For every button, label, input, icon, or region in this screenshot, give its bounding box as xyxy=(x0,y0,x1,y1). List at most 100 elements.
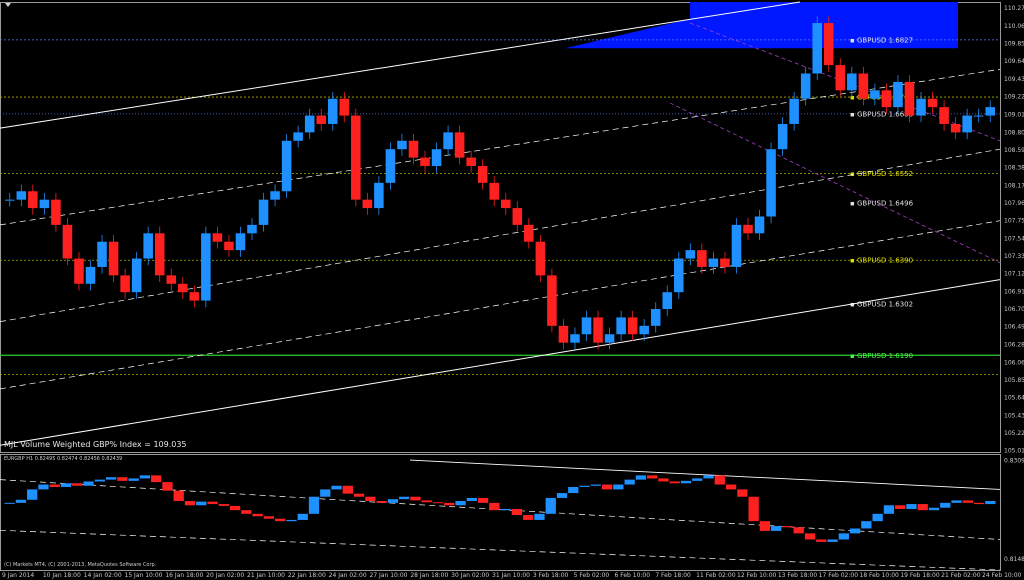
candle-body xyxy=(973,115,984,117)
candle-body xyxy=(581,317,592,335)
sub-candle-body xyxy=(703,475,714,479)
sub-candle-body xyxy=(601,484,613,490)
sub-candle-body xyxy=(477,497,489,503)
x-axis-label: 31 Jan 10:00 xyxy=(492,572,530,579)
sub-candle-body xyxy=(545,497,556,514)
sub-candle-body xyxy=(263,516,275,519)
candle-body xyxy=(950,123,961,133)
sub-y-axis-tick: 0.83094 xyxy=(1004,457,1024,464)
sub-candle-body xyxy=(489,502,500,511)
candle-body xyxy=(339,98,350,116)
sub-candle-body xyxy=(714,475,725,485)
sub-candle-body xyxy=(353,493,365,497)
sub-candle-body xyxy=(297,513,308,520)
y-axis-tick: 106.281 xyxy=(1004,341,1024,348)
sub-candle-body xyxy=(308,496,320,514)
subpanel-title: EURGBP H1 0.82495 0.82474 0.82456 0.8243… xyxy=(4,456,122,462)
sub-candle-body xyxy=(511,508,523,516)
sub-candle-body xyxy=(387,499,399,503)
y-axis-tick: 106.066 xyxy=(1004,359,1024,366)
y-axis-tick: 106.701 xyxy=(1004,306,1024,313)
candle-body xyxy=(28,191,38,209)
candle-body xyxy=(547,275,557,326)
candle-body xyxy=(870,90,880,99)
sub-candle-body xyxy=(342,485,353,494)
sub-candle-body xyxy=(568,486,579,494)
x-axis-label: 27 Jan 10:00 xyxy=(370,572,408,579)
candle-body xyxy=(720,258,730,267)
x-axis-label: 16 Jan 18:00 xyxy=(165,572,203,579)
sub-candle-body xyxy=(229,505,241,511)
candle-body xyxy=(962,115,972,133)
sub-candle-body xyxy=(748,496,759,522)
level-label: ▪ GBPUSD 1.6302 xyxy=(850,300,913,308)
y-axis-tick: 107.541 xyxy=(1004,235,1024,242)
candle-body xyxy=(685,250,696,259)
sub-candle-body xyxy=(973,502,985,505)
y-axis-tick: 106.911 xyxy=(1004,288,1024,295)
y-axis-tick: 105.436 xyxy=(1004,412,1024,419)
candle-body xyxy=(293,132,303,141)
candle-body xyxy=(201,233,211,301)
candle-body xyxy=(754,216,765,234)
candle-body xyxy=(189,292,200,301)
sub-candle-body xyxy=(151,475,162,483)
candle-body xyxy=(616,317,626,335)
candle-body xyxy=(131,258,142,293)
sub-candle-body xyxy=(4,502,15,504)
candle-body xyxy=(51,199,61,225)
candle-body xyxy=(662,292,673,310)
candle-body xyxy=(120,275,130,293)
candle-body xyxy=(397,140,407,150)
x-axis-label: 20 Jan 02:00 xyxy=(206,572,244,579)
sub-candle-body xyxy=(49,484,60,487)
candle-body xyxy=(143,233,153,259)
candle-body xyxy=(351,115,361,200)
sub-candle-body xyxy=(883,505,895,514)
y-axis-tick: 105.856 xyxy=(1004,377,1024,384)
candle-body xyxy=(178,283,188,293)
candle-body xyxy=(697,250,707,267)
level-label: ▪ GBPUSD 1.6827 xyxy=(850,36,913,44)
candle-body xyxy=(304,115,315,133)
candle-body xyxy=(847,73,857,91)
y-axis-tick: 109.011 xyxy=(1004,112,1024,119)
copyright-text: (C) Markets MT4, (C) 2001-2013, MetaQuot… xyxy=(4,562,157,568)
y-axis-tick: 107.331 xyxy=(1004,253,1024,260)
x-axis-label: 30 Jan 02:00 xyxy=(451,572,489,579)
trading-chart: ▪ GBPUSD 1.6827▪ GBPUSD 1.6705▪ GBPUSD 1… xyxy=(0,0,1024,580)
sub-candle-body xyxy=(83,481,94,486)
candle-body xyxy=(650,309,661,326)
sub-candle-body xyxy=(184,501,196,506)
sub-candle-body xyxy=(162,482,173,491)
candle-body xyxy=(823,23,834,66)
candle-body xyxy=(501,199,511,209)
candle-body xyxy=(258,199,269,225)
y-axis-tick: 109.226 xyxy=(1004,94,1024,101)
candle-body xyxy=(420,157,430,167)
sub-candle-body xyxy=(590,484,601,486)
candle-body xyxy=(316,115,326,124)
candle-body xyxy=(904,81,915,116)
sub-candle-body xyxy=(793,527,804,534)
y-axis-tick: 107.751 xyxy=(1004,218,1024,225)
candle-body xyxy=(224,241,234,251)
sub-candle-body xyxy=(759,521,771,531)
sub-candle-body xyxy=(105,477,117,480)
sub-candle-body xyxy=(421,500,432,503)
sub-candle-body xyxy=(658,478,669,482)
candle-body xyxy=(766,149,776,217)
candle-body xyxy=(524,224,534,242)
sub-candle-body xyxy=(286,519,297,522)
candle-body xyxy=(466,157,476,167)
sub-candle-body xyxy=(838,533,849,540)
x-axis-label: 3 Feb 18:00 xyxy=(533,572,569,579)
sub-candle-body xyxy=(376,501,387,503)
candle-body xyxy=(166,275,177,284)
candle-body xyxy=(385,149,396,183)
sub-candle-body xyxy=(27,489,38,500)
x-axis-label: 12 Feb 10:00 xyxy=(737,572,777,579)
x-axis-label: 22 Jan 18:00 xyxy=(288,572,326,579)
candle-body xyxy=(593,317,603,343)
y-axis-tick: 105.226 xyxy=(1004,430,1024,437)
